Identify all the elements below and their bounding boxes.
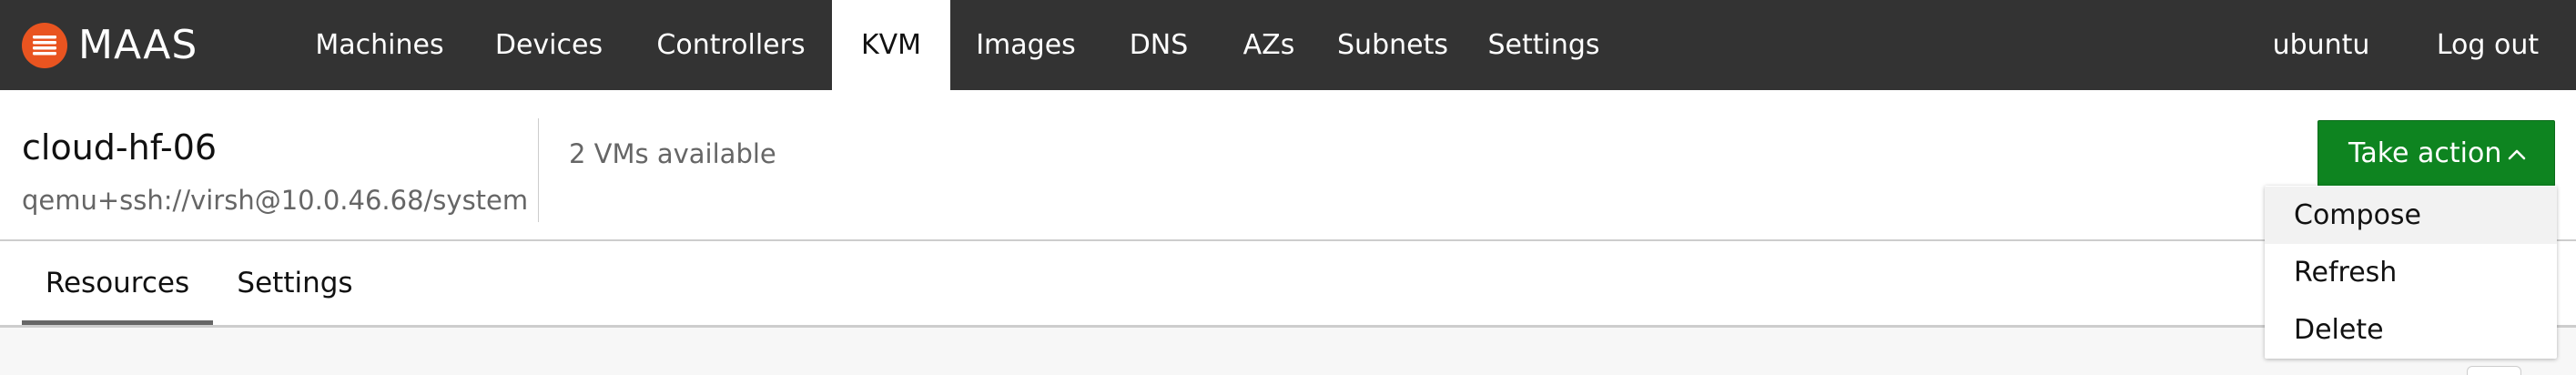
menu-item-compose[interactable]: Compose — [2265, 187, 2557, 244]
menu-item-refresh[interactable]: Refresh — [2265, 244, 2557, 301]
tab-resources[interactable]: Resources — [22, 241, 213, 325]
nav-item-machines[interactable]: Machines — [298, 0, 461, 90]
nav-user[interactable]: ubuntu — [2260, 0, 2382, 90]
pod-address: qemu+ssh://virsh@10.0.46.68/system — [22, 185, 529, 216]
chevron-up-icon — [2508, 149, 2526, 160]
nav-item-azs[interactable]: AZs — [1228, 0, 1310, 90]
nav-item-kvm[interactable]: KVM — [832, 0, 950, 90]
page-title: cloud-hf-06 — [22, 127, 218, 167]
nav-item-subnets[interactable]: Subnets — [1328, 0, 1457, 90]
brand[interactable]: MAAS — [22, 0, 198, 90]
header-separator — [0, 239, 2576, 241]
tab-settings[interactable]: Settings — [213, 241, 377, 325]
take-action-button[interactable]: Take action — [2317, 120, 2555, 187]
nav-item-settings[interactable]: Settings — [1476, 0, 1612, 90]
logout-link[interactable]: Log out — [2415, 0, 2561, 90]
brand-name: MAAS — [78, 22, 198, 68]
take-action-menu: Compose Refresh Delete — [2265, 186, 2557, 359]
nav-item-dns[interactable]: DNS — [1108, 0, 1210, 90]
content-area — [0, 328, 2576, 375]
take-action-label: Take action — [2348, 137, 2502, 169]
header-divider — [538, 118, 539, 222]
nav-item-controllers[interactable]: Controllers — [636, 0, 826, 90]
nav-item-images[interactable]: Images — [962, 0, 1090, 90]
maas-logo-icon — [22, 22, 67, 68]
vms-available: 2 VMs available — [569, 138, 776, 169]
content-widget-edge — [2467, 366, 2521, 375]
menu-item-delete[interactable]: Delete — [2265, 301, 2557, 359]
nav-item-devices[interactable]: Devices — [480, 0, 618, 90]
top-navigation: MAAS Machines Devices Controllers KVM Im… — [0, 0, 2576, 90]
